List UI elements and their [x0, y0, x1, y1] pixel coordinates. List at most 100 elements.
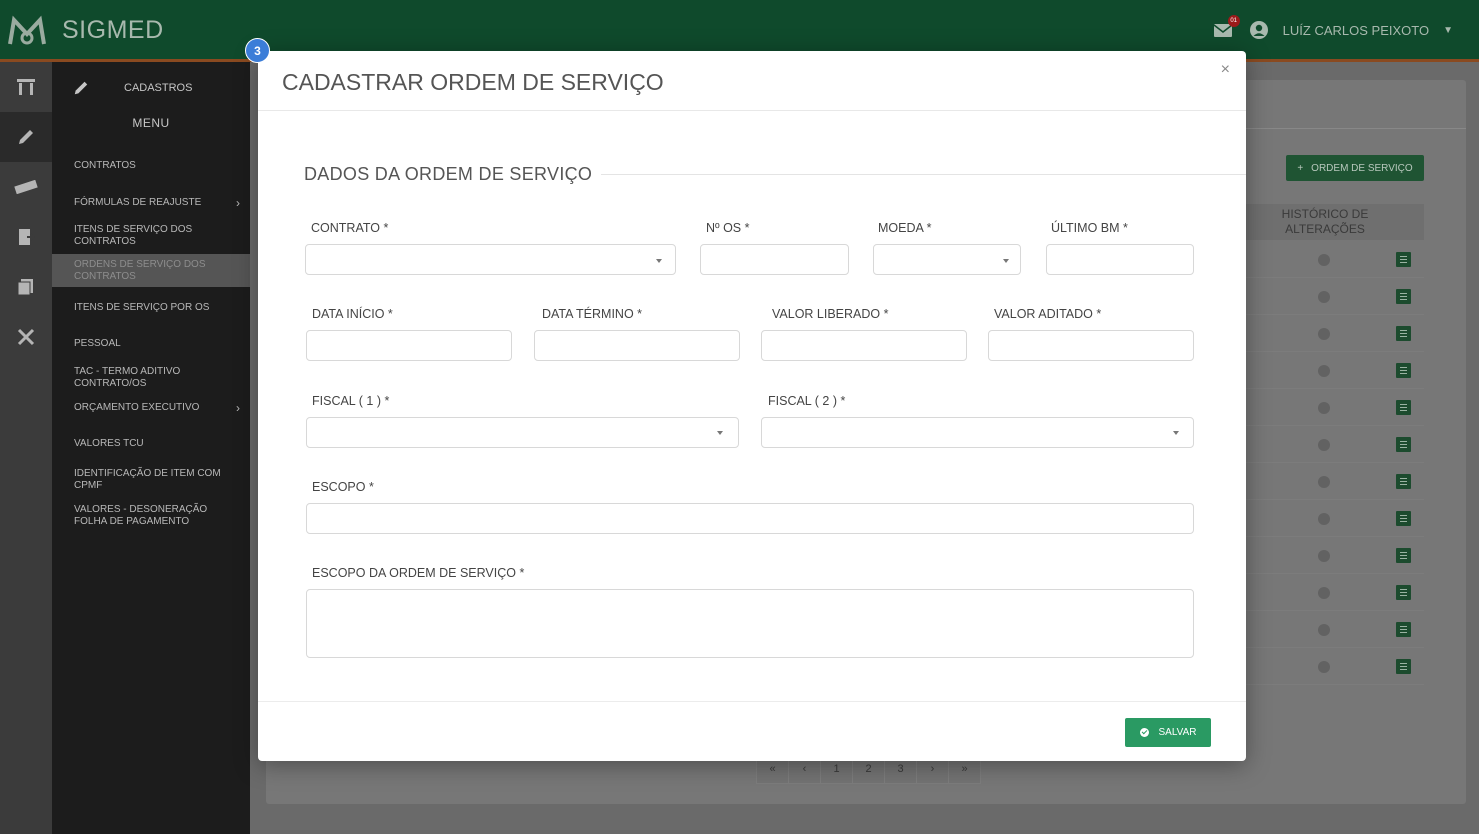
menu-item-label: VALORES - DESONERAÇÃO FOLHA DE PAGAMENTO	[74, 504, 208, 527]
menu-item-label: TAC - TERMO ADITIVO CONTRATO/OS	[74, 366, 181, 389]
history-file-icon[interactable]	[1318, 513, 1330, 525]
chevron-down-icon	[656, 259, 662, 263]
rail-documents[interactable]	[0, 262, 52, 312]
menu-item-pessoal[interactable]: PESSOAL	[52, 329, 250, 359]
documents-icon	[17, 279, 33, 296]
list-icon[interactable]	[1396, 659, 1411, 674]
history-file-icon[interactable]	[1318, 476, 1330, 488]
history-file-icon[interactable]	[1318, 624, 1330, 636]
escopo-os-label: ESCOPO DA ORDEM DE SERVIÇO *	[312, 566, 525, 580]
list-icon[interactable]	[1396, 400, 1411, 415]
rail-tools[interactable]	[0, 312, 52, 362]
table-row	[1246, 537, 1424, 574]
add-ordem-servico-button[interactable]: + ORDEM DE SERVIÇO	[1286, 155, 1424, 181]
history-file-icon[interactable]	[1318, 587, 1330, 599]
fiscal2-select[interactable]	[761, 417, 1194, 448]
list-icon[interactable]	[1396, 511, 1411, 526]
list-icon[interactable]	[1396, 437, 1411, 452]
list-icon[interactable]	[1396, 585, 1411, 600]
menu-item-item-cpmf[interactable]: IDENTIFICAÇÃO DE ITEM COM CPMF	[52, 465, 250, 495]
valor-liberado-label: VALOR LIBERADO *	[772, 307, 889, 321]
table-row	[1246, 426, 1424, 463]
data-inicio-input[interactable]	[306, 330, 512, 361]
list-icon[interactable]	[1396, 548, 1411, 563]
valor-aditado-input[interactable]	[988, 330, 1194, 361]
pencil-icon	[74, 81, 88, 95]
menu-header-label: CADASTROS	[124, 82, 193, 94]
rail-medicao[interactable]	[0, 162, 52, 212]
valor-aditado-label: VALOR ADITADO *	[994, 307, 1102, 321]
modal-title: CADASTRAR ORDEM DE SERVIÇO	[282, 69, 664, 95]
section-title: DADOS DA ORDEM DE SERVIÇO	[304, 164, 593, 184]
rail-home[interactable]	[0, 62, 52, 112]
menu-item-itens-servico-contratos[interactable]: ITENS DE SERVIÇO DOS CONTRATOS	[52, 221, 250, 251]
menu-item-desoneracao[interactable]: VALORES - DESONERAÇÃO FOLHA DE PAGAMENTO	[52, 501, 250, 531]
history-file-icon[interactable]	[1318, 328, 1330, 340]
rail-cadastros[interactable]	[0, 112, 52, 162]
save-button[interactable]: SALVAR	[1125, 718, 1211, 747]
close-icon[interactable]: ×	[1221, 61, 1230, 79]
save-button-label: SALVAR	[1158, 727, 1197, 738]
list-icon[interactable]	[1396, 289, 1411, 304]
chevron-right-icon: ›	[236, 401, 240, 415]
table-row	[1246, 278, 1424, 315]
add-button-label: ORDEM DE SERVIÇO	[1311, 162, 1413, 174]
user-avatar-icon	[1249, 21, 1268, 39]
table-row	[1246, 241, 1424, 278]
fiscal1-label: FISCAL ( 1 ) *	[312, 394, 390, 408]
table-row	[1246, 463, 1424, 500]
chevron-down-icon	[1003, 259, 1009, 263]
mail-button[interactable]: 01	[1213, 15, 1240, 39]
rail-export[interactable]	[0, 212, 52, 262]
ultimo-bm-input[interactable]	[1046, 244, 1194, 275]
building-icon	[17, 79, 35, 95]
menu-item-orcamento-executivo[interactable]: ORÇAMENTO EXECUTIVO ›	[52, 393, 250, 423]
menu-item-ordens-servico-contratos[interactable]: ORDENS DE SERVIÇO DOS CONTRATOS	[52, 254, 250, 287]
plus-icon: +	[1297, 162, 1304, 174]
valor-liberado-input[interactable]	[761, 330, 967, 361]
chevron-down-icon	[717, 431, 723, 435]
side-menu: CADASTROS MENU CONTRATOS FÓRMULAS DE REA…	[52, 62, 250, 834]
user-name[interactable]: LUÍZ CARLOS PEIXOTO	[1283, 23, 1429, 38]
fiscal2-label: FISCAL ( 2 ) *	[768, 394, 846, 408]
data-termino-input[interactable]	[534, 330, 740, 361]
history-file-icon[interactable]	[1318, 254, 1330, 266]
modal-header-divider	[258, 110, 1246, 111]
menu-item-contratos[interactable]: CONTRATOS	[52, 154, 250, 178]
menu-item-valores-tcu[interactable]: VALORES TCU	[52, 429, 250, 459]
menu-item-label: FÓRMULAS DE REAJUSTE	[74, 197, 202, 208]
chevron-right-icon: ›	[236, 196, 240, 210]
menu-title: MENU	[132, 116, 170, 130]
data-inicio-label: DATA INÍCIO *	[312, 307, 393, 321]
menu-item-formulas-reajuste[interactable]: FÓRMULAS DE REAJUSTE ›	[52, 191, 250, 215]
menu-item-label: ORÇAMENTO EXECUTIVO	[74, 402, 200, 413]
list-icon[interactable]	[1396, 252, 1411, 267]
menu-item-label: PESSOAL	[74, 338, 121, 349]
fiscal1-select[interactable]	[306, 417, 739, 448]
contrato-select[interactable]	[305, 244, 676, 275]
history-file-icon[interactable]	[1318, 439, 1330, 451]
escopo-os-textarea[interactable]	[306, 589, 1194, 658]
table-row	[1246, 648, 1424, 685]
history-file-icon[interactable]	[1318, 291, 1330, 303]
history-file-icon[interactable]	[1318, 402, 1330, 414]
moeda-label: MOEDA *	[878, 221, 932, 235]
num-os-input[interactable]	[700, 244, 849, 275]
tour-step-badge: 3	[245, 38, 270, 63]
list-icon[interactable]	[1396, 363, 1411, 378]
menu-item-label: ITENS DE SERVIÇO DOS CONTRATOS	[74, 224, 193, 247]
user-menu-caret-icon[interactable]: ▼	[1443, 25, 1453, 36]
menu-header: CADASTROS	[52, 62, 250, 114]
moeda-select[interactable]	[873, 244, 1021, 275]
pencil-icon	[19, 130, 33, 144]
history-file-icon[interactable]	[1318, 661, 1330, 673]
table-row	[1246, 500, 1424, 537]
list-icon[interactable]	[1396, 474, 1411, 489]
history-file-icon[interactable]	[1318, 365, 1330, 377]
menu-item-itens-servico-os[interactable]: ITENS DE SERVIÇO POR OS	[52, 293, 250, 323]
list-icon[interactable]	[1396, 622, 1411, 637]
menu-item-tac[interactable]: TAC - TERMO ADITIVO CONTRATO/OS	[52, 363, 250, 393]
escopo-input[interactable]	[306, 503, 1194, 534]
list-icon[interactable]	[1396, 326, 1411, 341]
history-file-icon[interactable]	[1318, 550, 1330, 562]
